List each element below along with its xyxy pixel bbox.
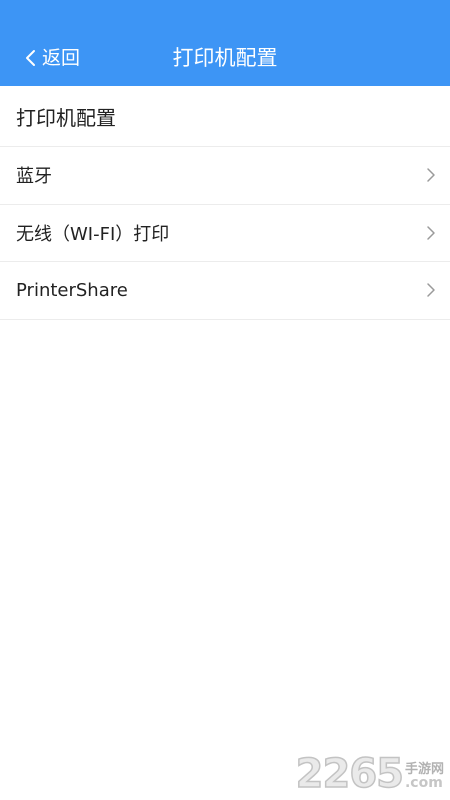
list-item-bluetooth[interactable]: 蓝牙 xyxy=(0,147,450,205)
chevron-right-icon xyxy=(426,167,436,183)
settings-list: 打印机配置 蓝牙 无线（WI-FI）打印 PrinterShare xyxy=(0,86,450,320)
watermark-site-suffix: .com xyxy=(404,775,443,791)
section-heading: 打印机配置 xyxy=(0,86,450,147)
list-item-wifi-print[interactable]: 无线（WI-FI）打印 xyxy=(0,205,450,262)
chevron-right-icon xyxy=(426,225,436,241)
list-item-label: PrinterShare xyxy=(16,279,128,301)
chevron-right-icon xyxy=(426,282,436,298)
app-bar: 返回 打印机配置 xyxy=(0,0,450,86)
list-item-label: 蓝牙 xyxy=(16,166,52,188)
list-item-printershare[interactable]: PrinterShare xyxy=(0,262,450,320)
watermark-logo: 2265 手游网 .com xyxy=(295,751,444,797)
page-title: 打印机配置 xyxy=(172,46,278,70)
watermark-number: 2265 xyxy=(295,751,405,797)
watermark-site: 手游网 .com xyxy=(405,763,444,794)
printer-config-screen: 返回 打印机配置 打印机配置 蓝牙 无线（WI-FI）打印 PrinterSha… xyxy=(0,0,450,800)
list-item-label: 无线（WI-FI）打印 xyxy=(16,223,170,245)
